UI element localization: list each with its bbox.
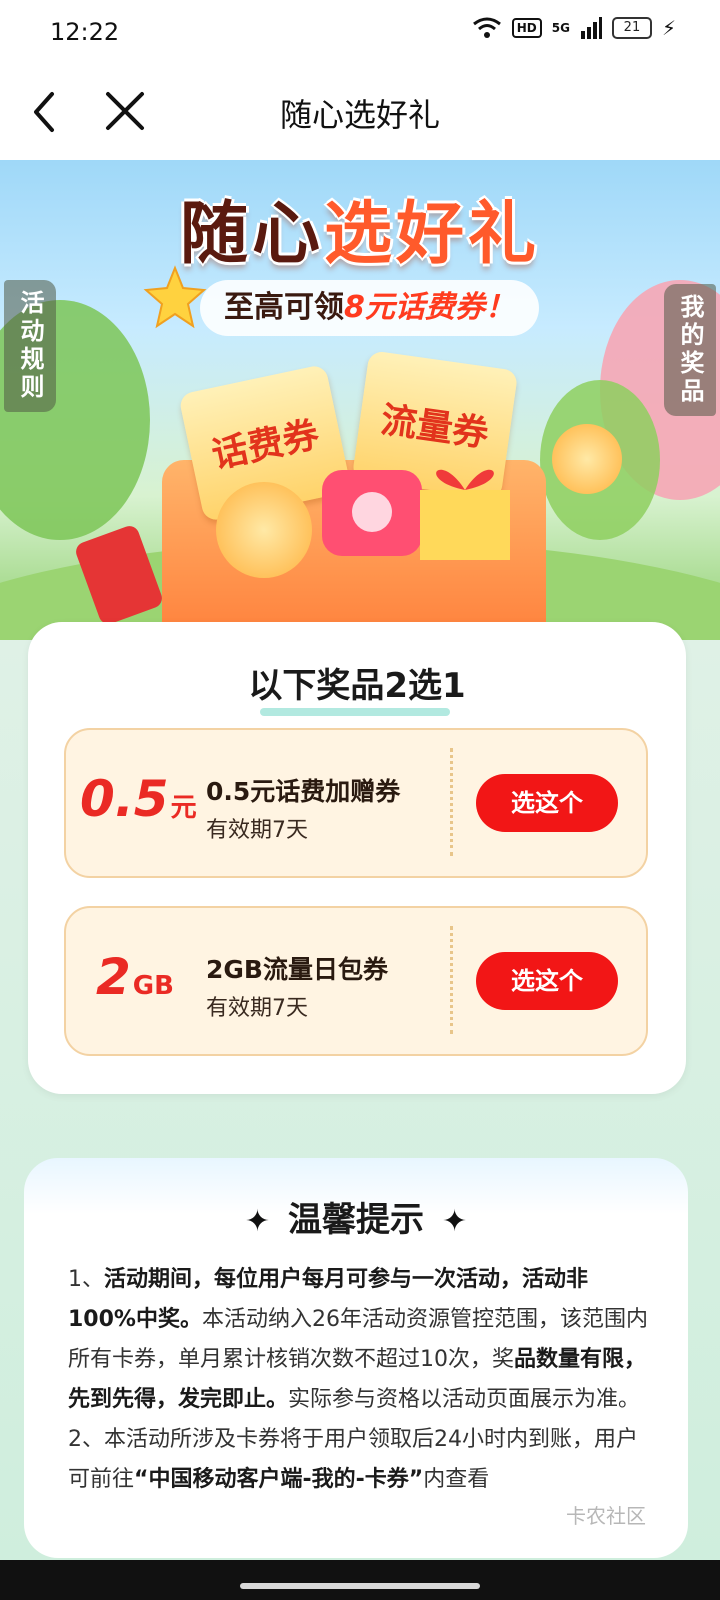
wifi-icon <box>472 17 501 38</box>
my-prizes-tab-label: 我的奖品 <box>676 294 704 406</box>
coupon-amount-value: 0.5 <box>80 770 169 828</box>
coupon-name: 0.5元话费加赠券 <box>206 777 401 806</box>
coupon-amount-value: 2 <box>96 948 131 1006</box>
coupon-card: 0.5元 0.5元话费加赠券 有效期7天 选这个 <box>64 728 648 878</box>
coupon-amount: 2GB <box>96 948 174 1006</box>
coin-icon <box>216 482 312 578</box>
system-nav-bar <box>0 1560 720 1600</box>
gift-bow-icon <box>420 469 510 560</box>
network-type: 5G <box>551 21 570 35</box>
status-time: 12:22 <box>50 18 120 46</box>
nav-bar: 随心选好礼 <box>0 64 720 160</box>
sparkle-icon: ✦ <box>442 1204 468 1239</box>
star-plane-icon <box>143 265 207 329</box>
my-prizes-tab[interactable]: 我的奖品 <box>664 284 716 416</box>
heading-underline <box>260 708 450 716</box>
prize-heading-text: 以下奖品2选1 <box>248 666 466 706</box>
rules-tab-label: 活动规则 <box>16 290 44 402</box>
coupon-validity: 有效期7天 <box>206 818 308 843</box>
prize-heading: 以下奖品2选1 <box>28 658 686 716</box>
coupon-name: 2GB流量日包券 <box>206 955 388 984</box>
hero-title-part1: 随心 <box>179 195 324 274</box>
prize-selection-card: 以下奖品2选1 0.5元 0.5元话费加赠券 有效期7天 选这个 2GB 2GB… <box>28 622 686 1094</box>
tips-card: ✦ 温馨提示 ✦ 1、活动期间，每位用户每月可参与一次活动，活动非100%中奖。本活… <box>24 1158 688 1558</box>
coupon-amount-unit: 元 <box>170 793 197 823</box>
sparkle-icon: ✦ <box>244 1204 270 1239</box>
status-bar: 12:22 HD 5G 21 ⚡ <box>0 0 720 64</box>
tip-2-bold: “中国移动客户端-我的-卡券” <box>134 1467 424 1492</box>
hero-title: 随心选好礼 <box>0 178 720 277</box>
hero-subtitle: 至高可领8元话费券！ <box>200 280 539 336</box>
charging-icon: ⚡ <box>661 16 676 40</box>
signal-icon <box>580 17 602 39</box>
hero-subtitle-highlight: 8元话费券！ <box>344 290 515 325</box>
tip-2-text-2: 内查看 <box>423 1467 490 1492</box>
hd-badge: HD <box>511 18 542 38</box>
coupon-divider <box>450 926 453 1034</box>
select-coupon-button[interactable]: 选这个 <box>476 952 618 1010</box>
tips-body: 1、活动期间，每位用户每月可参与一次活动，活动非100%中奖。本活动纳入26年活… <box>68 1260 648 1500</box>
home-indicator[interactable] <box>240 1583 480 1589</box>
coupon-card: 2GB 2GB流量日包券 有效期7天 选这个 <box>64 906 648 1056</box>
coupon-amount: 0.5元 <box>80 770 197 828</box>
rules-tab[interactable]: 活动规则 <box>4 280 56 412</box>
hero-title-part2: 选好礼 <box>324 195 541 274</box>
tips-heading: ✦ 温馨提示 ✦ <box>24 1192 688 1241</box>
battery-icon: 21 <box>611 17 652 39</box>
status-icons: HD 5G 21 ⚡ <box>472 16 676 40</box>
coupon-amount-unit: GB <box>132 971 174 1001</box>
select-coupon-button[interactable]: 选这个 <box>476 774 618 832</box>
hero-banner: 随心选好礼 至高可领8元话费券！ 话费券 流量券 <box>0 160 720 640</box>
tips-heading-text: 温馨提示 <box>288 1200 424 1240</box>
coupon-divider <box>450 748 453 856</box>
coin-icon <box>552 424 622 494</box>
hero-subtitle-prefix: 至高可领 <box>224 290 344 325</box>
watermark: 卡农社区 <box>566 1504 646 1528</box>
tip-1-text-2: 实际参与资格以活动页面展示为准。 <box>288 1387 641 1412</box>
page-title: 随心选好礼 <box>279 96 440 134</box>
tip-1-index: 1、 <box>68 1267 104 1292</box>
coupon-validity: 有效期7天 <box>206 996 308 1021</box>
